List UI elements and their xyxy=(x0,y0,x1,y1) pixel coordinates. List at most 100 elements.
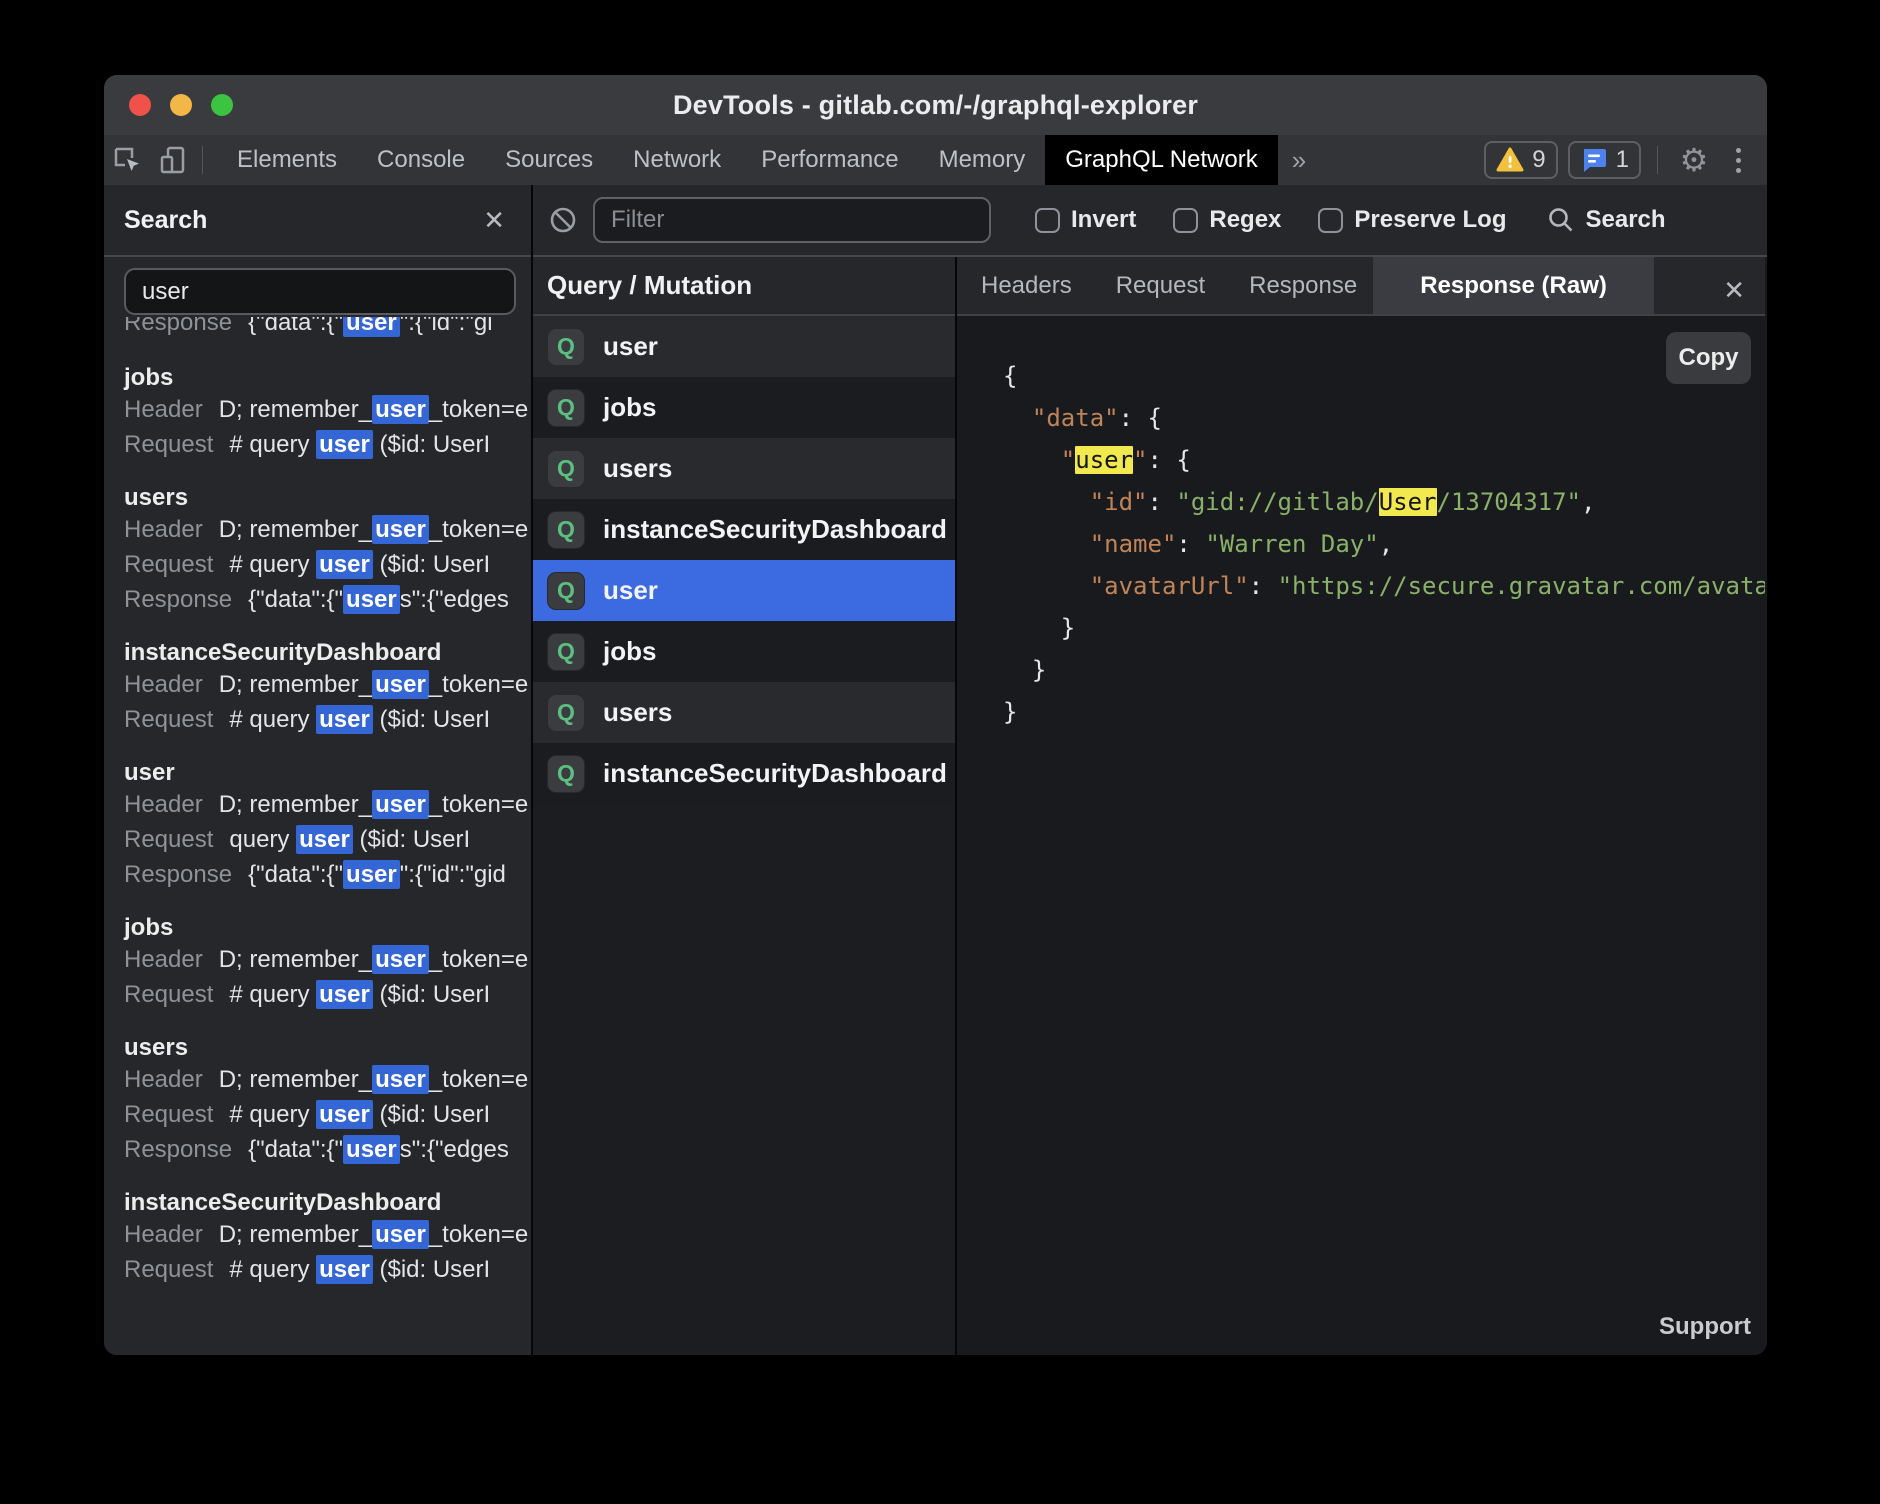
search-result-row[interactable]: HeaderD; remember_user_token=e xyxy=(124,392,531,427)
more-tabs-chevron-icon[interactable]: » xyxy=(1278,145,1320,176)
device-toolbar-icon[interactable] xyxy=(150,135,196,185)
query-badge-icon: Q xyxy=(547,755,585,793)
filter-search-toggle[interactable]: Search xyxy=(1547,206,1665,234)
query-row-jobs[interactable]: Qjobs xyxy=(533,621,955,682)
json-response: { "data": { "user": { "id": "gid://gitla… xyxy=(957,316,1765,733)
query-row-instancesecuritydashboard[interactable]: QinstanceSecurityDashboard xyxy=(533,499,955,560)
close-window-button[interactable] xyxy=(129,94,151,116)
match-highlight: user xyxy=(372,945,429,974)
query-row-user[interactable]: Quser xyxy=(533,560,955,621)
search-result-row[interactable]: HeaderD; remember_user_token=e xyxy=(124,512,531,547)
query-row-label: jobs xyxy=(603,392,656,423)
result-row-label: Header xyxy=(124,1217,203,1252)
search-result-row[interactable]: Header D; remember_user_token=e xyxy=(124,1217,531,1252)
result-row-value: {"data":{"user":{"id":"gi xyxy=(248,317,492,337)
gear-icon[interactable]: ⚙ xyxy=(1674,144,1714,176)
close-search-panel-icon[interactable]: ✕ xyxy=(475,201,513,240)
result-row-value: D; remember_user_token=e xyxy=(219,945,529,974)
detail-tab-request[interactable]: Request xyxy=(1116,257,1205,314)
search-result-row[interactable]: HeaderD; remember_user_token=e xyxy=(124,787,531,822)
filter-search-label: Search xyxy=(1585,206,1665,234)
json-line: } xyxy=(1003,607,1765,649)
window-controls xyxy=(129,75,233,135)
tab-graphql-network[interactable]: GraphQL Network xyxy=(1045,135,1278,185)
devtools-body: Search ✕ Response{"data":{"user":{"id":"… xyxy=(104,185,1767,1355)
more-menu-icon[interactable] xyxy=(1724,148,1753,173)
search-result-row[interactable]: Response{"data":{"user":{"id":"gi xyxy=(124,317,531,340)
result-row-label: Request xyxy=(124,547,213,582)
detail-tab-response-raw[interactable]: Response (Raw) xyxy=(1373,257,1654,314)
query-row-label: users xyxy=(603,697,672,728)
result-row-label: Request xyxy=(124,977,213,1012)
match-highlight: user xyxy=(372,1220,429,1249)
result-section-title: instanceSecurityDashboard xyxy=(124,1189,531,1217)
search-result-row[interactable]: HeaderD; remember_user_token=e xyxy=(124,667,531,702)
support-link[interactable]: Support xyxy=(1659,1313,1751,1341)
search-result-row[interactable]: Requestquery user ($id: UserI xyxy=(124,822,531,857)
search-result-row[interactable]: Request# query user ($id: UserI xyxy=(124,1252,531,1287)
tab-sources[interactable]: Sources xyxy=(485,135,613,185)
result-row-label: Header xyxy=(124,392,203,427)
toolbar-divider xyxy=(202,146,203,174)
search-input[interactable] xyxy=(124,268,516,315)
zoom-window-button[interactable] xyxy=(211,94,233,116)
tab-elements[interactable]: Elements xyxy=(217,135,357,185)
tab-memory[interactable]: Memory xyxy=(919,135,1046,185)
query-list-panel: Query / Mutation QuserQjobsQusersQinstan… xyxy=(533,257,957,1355)
json-line: "user": { xyxy=(1003,439,1765,481)
tab-performance[interactable]: Performance xyxy=(741,135,918,185)
result-row-value: query user ($id: UserI xyxy=(229,825,470,854)
search-result-row[interactable]: Response{"data":{"users":{"edges xyxy=(124,582,531,617)
checkbox-invert[interactable]: Invert xyxy=(1035,206,1136,234)
result-section-title: instanceSecurityDashboard xyxy=(124,639,531,667)
query-row-users[interactable]: Qusers xyxy=(533,682,955,743)
search-result-row[interactable]: Request# query user ($id: UserI xyxy=(124,547,531,582)
query-row-label: user xyxy=(603,575,658,606)
query-row-user[interactable]: Quser xyxy=(533,316,955,377)
tab-console[interactable]: Console xyxy=(357,135,485,185)
filter-input[interactable] xyxy=(593,197,991,243)
search-result-row[interactable]: HeaderD; remember_user_token=e xyxy=(124,1062,531,1097)
match-highlight: user xyxy=(343,1135,400,1164)
close-detail-icon[interactable]: ✕ xyxy=(1715,271,1753,310)
match-highlight: user xyxy=(372,515,429,544)
result-row-value: {"data":{"user":{"id":"gid xyxy=(248,860,506,889)
search-result-row[interactable]: Request# query user ($id: UserI xyxy=(124,702,531,737)
checkbox-preserve-log[interactable]: Preserve Log xyxy=(1318,206,1506,234)
search-result-row[interactable]: Response{"data":{"user":{"id":"gid xyxy=(124,857,531,892)
search-result-row[interactable]: Response{"data":{"users":{"edges xyxy=(124,1132,531,1167)
match-highlight: user xyxy=(316,980,373,1009)
query-row-instancesecuritydashboard[interactable]: QinstanceSecurityDashboard xyxy=(533,743,955,804)
json-line: "id": "gid://gitlab/User/13704317", xyxy=(1003,481,1765,523)
messages-badge[interactable]: 1 xyxy=(1568,141,1641,179)
checkbox-regex[interactable]: Regex xyxy=(1173,206,1281,234)
search-results: Response{"data":{"user":{"id":"gi jobsHe… xyxy=(104,257,531,1353)
detail-tab-response[interactable]: Response xyxy=(1249,257,1357,314)
minimize-window-button[interactable] xyxy=(170,94,192,116)
match-highlight: user xyxy=(343,317,400,337)
detail-tab-headers[interactable]: Headers xyxy=(981,257,1072,314)
clipped-search-result[interactable]: Response{"data":{"user":{"id":"gi xyxy=(124,317,531,342)
result-section-title: users xyxy=(124,1034,531,1062)
search-result-row[interactable]: HeaderD; remember_user_token=e xyxy=(124,942,531,977)
query-row-users[interactable]: Qusers xyxy=(533,438,955,499)
search-result-row[interactable]: Request# query user ($id: UserI xyxy=(124,977,531,1012)
copy-button[interactable]: Copy xyxy=(1666,332,1751,384)
search-match-highlight: user xyxy=(1075,446,1133,474)
match-highlight: user xyxy=(372,790,429,819)
devtools-window: DevTools - gitlab.com/-/graphql-explorer… xyxy=(104,75,1767,1355)
result-row-value: D; remember_user_token=e xyxy=(219,1220,529,1249)
result-row-label: Header xyxy=(124,787,203,822)
tab-network[interactable]: Network xyxy=(613,135,741,185)
query-row-jobs[interactable]: Qjobs xyxy=(533,377,955,438)
warnings-badge[interactable]: 9 xyxy=(1484,141,1557,179)
block-icon[interactable] xyxy=(549,206,577,234)
result-row-value: # query user ($id: UserI xyxy=(229,430,490,459)
match-highlight: user xyxy=(316,430,373,459)
search-result-row[interactable]: Request# query user ($id: UserI xyxy=(124,1097,531,1132)
inspect-icon[interactable] xyxy=(104,135,150,185)
query-badge-icon: Q xyxy=(547,633,585,671)
search-result-row[interactable]: Request# query user ($id: UserI xyxy=(124,427,531,462)
result-row-value: {"data":{"users":{"edges xyxy=(248,585,509,614)
match-highlight: user xyxy=(372,670,429,699)
